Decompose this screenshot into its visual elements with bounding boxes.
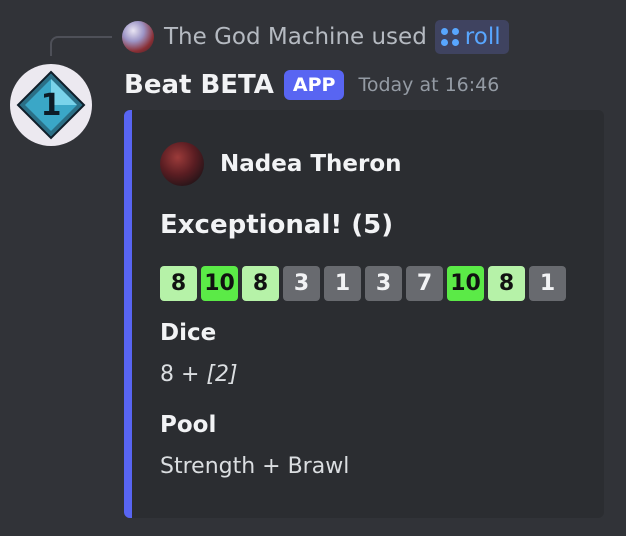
die-result: 8 [488,266,525,301]
dice-field-value: 8 + [2] [160,362,238,387]
bot-avatar-label: 1 [41,88,62,123]
die-result: 10 [201,266,238,301]
die-result: 3 [365,266,402,301]
pool-field-name: Pool [160,412,217,438]
dice-field-name: Dice [160,320,217,346]
bot-avatar[interactable]: 1 [10,64,92,146]
reply-user-name[interactable]: The God Machine used [164,24,427,50]
die-result: 8 [160,266,197,301]
die-result: 7 [406,266,443,301]
command-chip[interactable]: roll [434,20,509,54]
die-result: 10 [447,266,484,301]
diamond-icon: 1 [16,70,86,140]
bot-name[interactable]: Beat BETA [124,70,274,100]
die-result: 1 [324,266,361,301]
character-avatar [160,142,204,186]
app-badge: APP [283,70,345,100]
command-icon [440,28,459,46]
roll-embed: Nadea Theron Exceptional! (5) 8 10 8 3 1… [124,110,604,518]
die-result: 3 [283,266,320,301]
message-timestamp[interactable]: Today at 16:46 [358,74,499,96]
message-header: Beat BETA APP Today at 16:46 [124,68,499,102]
die-result: 8 [242,266,279,301]
dice-results: 8 10 8 3 1 3 7 10 8 1 [160,266,566,301]
pool-field-value: Strength + Brawl [160,454,350,479]
character-name: Nadea Theron [220,151,402,177]
roll-result-title: Exceptional! (5) [160,210,394,240]
die-result: 1 [529,266,566,301]
reply-user-avatar[interactable] [122,21,154,53]
command-usage-line: The God Machine used roll [122,20,509,54]
reply-connector-line [50,36,112,56]
embed-author: Nadea Theron [160,140,402,188]
command-name: roll [464,24,501,50]
